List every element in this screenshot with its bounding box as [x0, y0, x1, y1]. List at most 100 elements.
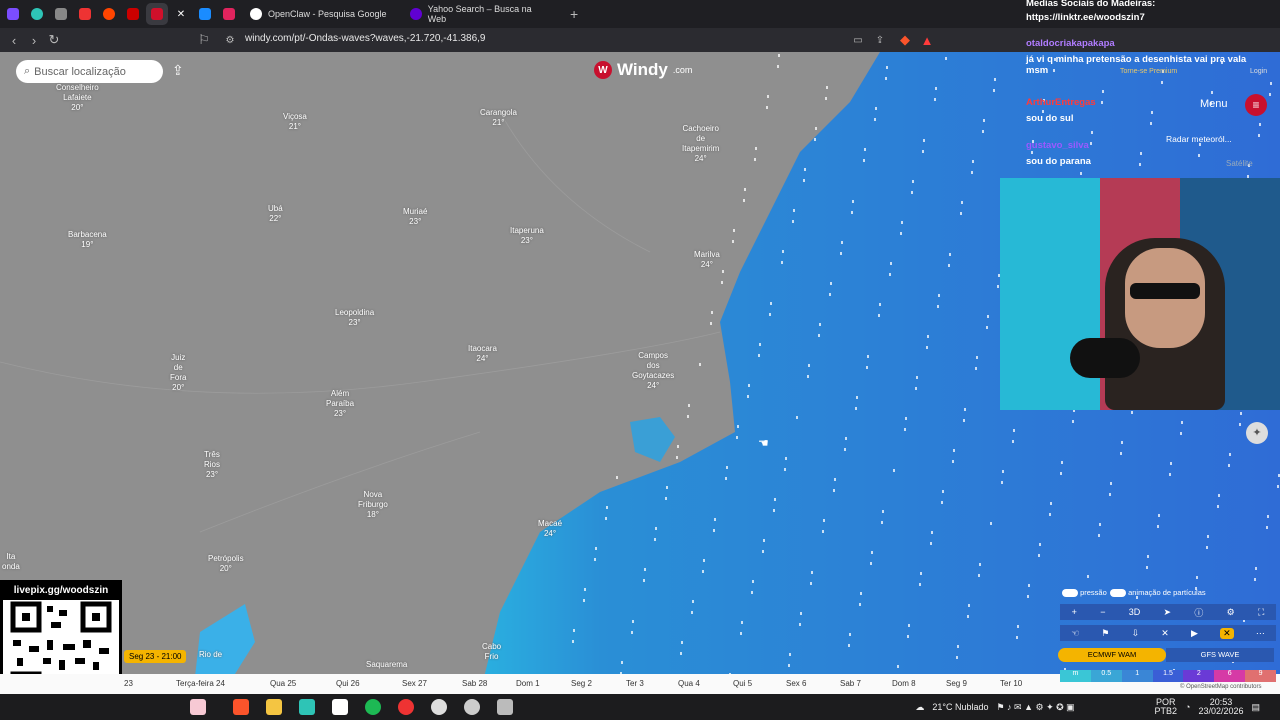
spotify-icon[interactable]	[365, 699, 381, 715]
fullscreen-icon[interactable]: ⛶	[1258, 607, 1264, 618]
url-field[interactable]: windy.com/pt/-Ondas-waves?waves,-21.720,…	[245, 33, 486, 44]
clock[interactable]: 20:53 23/02/2026	[1198, 698, 1243, 716]
radar-link[interactable]: Radar meteoról...	[1166, 134, 1232, 144]
bookmark-icon[interactable]: ⚐	[194, 32, 214, 48]
city-label[interactable]: Carangola 21°	[480, 108, 517, 128]
city-label[interactable]: Cabo Frio	[482, 642, 501, 662]
city-label[interactable]: Barbacena 19°	[68, 230, 107, 250]
hand-icon[interactable]: ☜	[1071, 628, 1079, 639]
pin-icon[interactable]: ⇩	[1132, 628, 1140, 639]
locate-icon[interactable]: ➤	[1164, 607, 1172, 618]
brave-icon[interactable]	[233, 699, 249, 715]
city-label[interactable]: Ubá 22°	[268, 204, 283, 224]
app-icon[interactable]	[431, 699, 447, 715]
city-label[interactable]: Petrópolis 20°	[208, 554, 244, 574]
timeline-day[interactable]: Qui 26	[336, 679, 360, 688]
premium-link[interactable]: Torne-se Premium	[1120, 68, 1177, 75]
folder-icon[interactable]	[266, 699, 282, 715]
timeline-day[interactable]: Sab 7	[840, 679, 861, 688]
login-link[interactable]: Login	[1250, 68, 1267, 75]
city-label[interactable]: Muriaé 23°	[403, 207, 427, 227]
city-label[interactable]: Saquarema	[366, 660, 407, 670]
timeline-day[interactable]: Qui 5	[733, 679, 752, 688]
share-button[interactable]: ⇪	[172, 62, 190, 80]
city-label[interactable]: Leopoldina 23°	[335, 308, 374, 328]
city-label[interactable]: Nova Friburgo 18°	[358, 490, 388, 520]
reload-icon[interactable]: ↻	[44, 32, 64, 48]
video-icon[interactable]: ▶	[1191, 628, 1198, 639]
new-tab-button[interactable]: +	[570, 6, 578, 22]
timeline-day[interactable]: Terça-feira 24	[176, 679, 225, 688]
app-icon[interactable]	[497, 699, 513, 715]
tab-yahoo[interactable]: Yahoo Search – Busca na Web	[400, 0, 560, 28]
particles-toggle[interactable]: animação de partículas	[1110, 588, 1206, 598]
app-icon[interactable]	[464, 699, 480, 715]
timeline-day[interactable]: Dom 1	[516, 679, 540, 688]
timeline-day[interactable]: Qua 4	[678, 679, 700, 688]
3d-button[interactable]: 3D	[1129, 607, 1141, 617]
city-label[interactable]: Itaocara 24°	[468, 344, 497, 364]
zoom-out-icon[interactable]: −	[1100, 607, 1105, 617]
pinned-tab[interactable]	[26, 3, 48, 25]
city-label[interactable]: Macaé 24°	[538, 519, 562, 539]
city-label[interactable]: Juiz de Fora 20°	[170, 353, 186, 393]
city-label[interactable]: Conselheiro Lafaiete 20°	[56, 83, 99, 113]
pinned-tab[interactable]	[98, 3, 120, 25]
timeline-day[interactable]: Seg 9	[946, 679, 967, 688]
timeline-day[interactable]: Ter 3	[626, 679, 644, 688]
pinned-tab[interactable]	[50, 3, 72, 25]
obs-icon[interactable]	[398, 699, 414, 715]
more-icon[interactable]: ⋯	[1256, 628, 1265, 639]
model-ecmwf[interactable]: ECMWF WAM	[1058, 648, 1166, 662]
timeline-day[interactable]: Sab 28	[462, 679, 487, 688]
city-label[interactable]: Três Rios 23°	[204, 450, 220, 480]
tray-icons[interactable]: ⚑ ♪ ✉ ▲ ⚙ ✦ ✪ ▣	[996, 702, 1146, 713]
share-icon[interactable]: ⇪	[870, 35, 890, 46]
measure-icon[interactable]: ✕	[1161, 628, 1169, 639]
city-label[interactable]: Marilva 24°	[694, 250, 720, 270]
timeline-day[interactable]: Qua 25	[270, 679, 296, 688]
satellite-link[interactable]: Satélite	[1226, 159, 1253, 168]
zoom-in-icon[interactable]: +	[1072, 607, 1077, 617]
back-icon[interactable]: ‹	[4, 33, 24, 48]
tab-google[interactable]: OpenClaw - Pesquisa Google	[240, 0, 400, 28]
settings-icon[interactable]: ⚙	[1227, 607, 1235, 618]
character-icon[interactable]	[190, 699, 206, 715]
x-icon[interactable]: ✕	[170, 3, 192, 25]
pinned-tab[interactable]	[194, 3, 216, 25]
pinned-tab[interactable]	[218, 3, 240, 25]
rewards-icon[interactable]: ▲	[917, 33, 937, 48]
city-label[interactable]: Ita onda	[2, 552, 20, 572]
timeline-day[interactable]: Seg 2	[571, 679, 592, 688]
language-indicator[interactable]: POR PTB2	[1154, 698, 1177, 716]
pinned-tab[interactable]	[2, 3, 24, 25]
menu-icon[interactable]: ≡	[1245, 94, 1267, 116]
location-icon[interactable]: ✦	[1246, 422, 1268, 444]
info-icon[interactable]: ⓘ	[1194, 606, 1203, 619]
city-label[interactable]: Rio de	[199, 650, 222, 660]
pressure-toggle[interactable]: pressão	[1062, 588, 1107, 598]
forward-icon[interactable]: ›	[24, 33, 44, 48]
weather-label[interactable]: 21°C Nublado	[932, 702, 988, 712]
menu-label[interactable]: Menu	[1200, 98, 1228, 110]
city-label[interactable]: Viçosa 21°	[283, 112, 307, 132]
city-label[interactable]: Além Paraíba 23°	[326, 389, 354, 419]
app-icon[interactable]	[299, 699, 315, 715]
timeline-day[interactable]: Ter 10	[1000, 679, 1022, 688]
search-input[interactable]: ⌕ Buscar localização	[16, 60, 163, 83]
city-label[interactable]: Campos dos Goytacazes 24°	[632, 351, 674, 391]
close-icon[interactable]: ✕	[1220, 627, 1234, 639]
screen-icon[interactable]: ▭	[848, 35, 868, 46]
timeline-day[interactable]: Sex 6	[786, 679, 806, 688]
pinned-tab[interactable]	[74, 3, 96, 25]
site-info-icon[interactable]: ⚙	[220, 35, 240, 46]
flag-icon[interactable]: ⚑	[1101, 628, 1109, 639]
notification-icon[interactable]: ▤	[1251, 702, 1260, 713]
timeline-day[interactable]: Sex 27	[402, 679, 427, 688]
windy-logo[interactable]: W Windy .com	[594, 60, 692, 80]
brave-shield-icon[interactable]: ◆	[895, 32, 915, 48]
pinned-tab[interactable]	[122, 3, 144, 25]
pinned-tab-active[interactable]	[146, 3, 168, 25]
city-label[interactable]: Cachoeiro de Itapemirim 24°	[682, 124, 719, 164]
wifi-icon[interactable]: ◔	[1185, 702, 1190, 712]
